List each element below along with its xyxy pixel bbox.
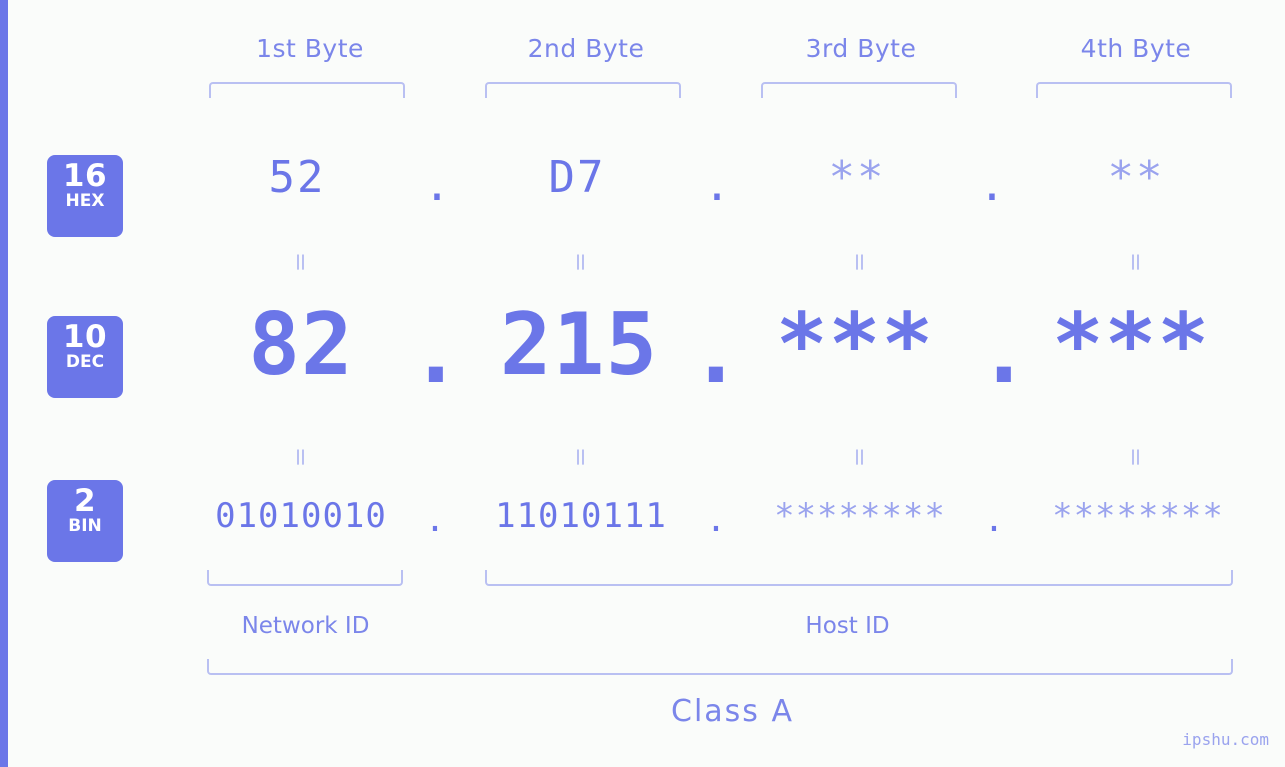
dec-byte-1: 82 (248, 295, 354, 395)
radix-badge-dec-number: 10 (62, 319, 108, 355)
bin-separator-2: . (705, 500, 727, 540)
dec-separator-1: . (410, 303, 462, 403)
radix-badge-hex: 16 HEX (47, 155, 123, 237)
byte-header-4: 4th Byte (1080, 34, 1192, 63)
byte-brace-1 (209, 82, 405, 98)
bin-byte-3: ******** (774, 496, 946, 536)
radix-badge-bin: 2 BIN (47, 480, 123, 562)
equals-dec-bin-2: = (567, 446, 595, 468)
dec-byte-3: *** (775, 295, 935, 395)
byte-header-2: 2nd Byte (527, 34, 645, 63)
radix-badge-dec: 10 DEC (47, 316, 123, 398)
hex-separator-2: . (703, 160, 731, 211)
radix-badge-bin-number: 2 (73, 483, 97, 519)
dec-separator-2: . (690, 303, 742, 403)
equals-hex-dec-4: = (1122, 251, 1150, 273)
dec-byte-4: *** (1051, 295, 1211, 395)
equals-hex-dec-3: = (846, 251, 874, 273)
equals-dec-bin-3: = (846, 446, 874, 468)
host-id-brace (485, 570, 1233, 586)
equals-hex-dec-2: = (567, 251, 595, 273)
bin-byte-4: ******** (1052, 496, 1224, 536)
bin-separator-1: . (424, 500, 446, 540)
hex-byte-4: ** (1107, 152, 1165, 203)
radix-badge-bin-name: BIN (68, 516, 102, 536)
radix-badge-dec-name: DEC (65, 352, 105, 372)
hex-byte-1: 52 (268, 152, 326, 203)
byte-brace-3 (761, 82, 957, 98)
class-brace (207, 659, 1233, 675)
hex-separator-1: . (423, 160, 451, 211)
class-label: Class A (671, 694, 794, 729)
byte-header-1: 1st Byte (256, 34, 364, 63)
hex-byte-2: D7 (548, 152, 606, 203)
equals-hex-dec-1: = (287, 251, 315, 273)
bin-byte-1: 01010010 (215, 496, 387, 536)
host-id-label: Host ID (805, 613, 890, 639)
bin-separator-3: . (983, 500, 1005, 540)
network-id-brace (207, 570, 403, 586)
hex-separator-3: . (978, 160, 1006, 211)
network-id-label: Network ID (241, 613, 370, 639)
radix-badge-hex-number: 16 (62, 158, 108, 194)
radix-badge-hex-name: HEX (65, 191, 105, 211)
equals-dec-bin-4: = (1122, 446, 1150, 468)
bin-byte-2: 11010111 (495, 496, 667, 536)
ip-address-diagram: 1st Byte 2nd Byte 3rd Byte 4th Byte 16 H… (0, 0, 1285, 767)
dec-byte-2: 215 (499, 295, 659, 395)
equals-dec-bin-1: = (287, 446, 315, 468)
byte-brace-4 (1036, 82, 1232, 98)
byte-brace-2 (485, 82, 681, 98)
byte-header-3: 3rd Byte (805, 34, 917, 63)
watermark: ipshu.com (1182, 730, 1269, 749)
hex-byte-3: ** (828, 152, 886, 203)
